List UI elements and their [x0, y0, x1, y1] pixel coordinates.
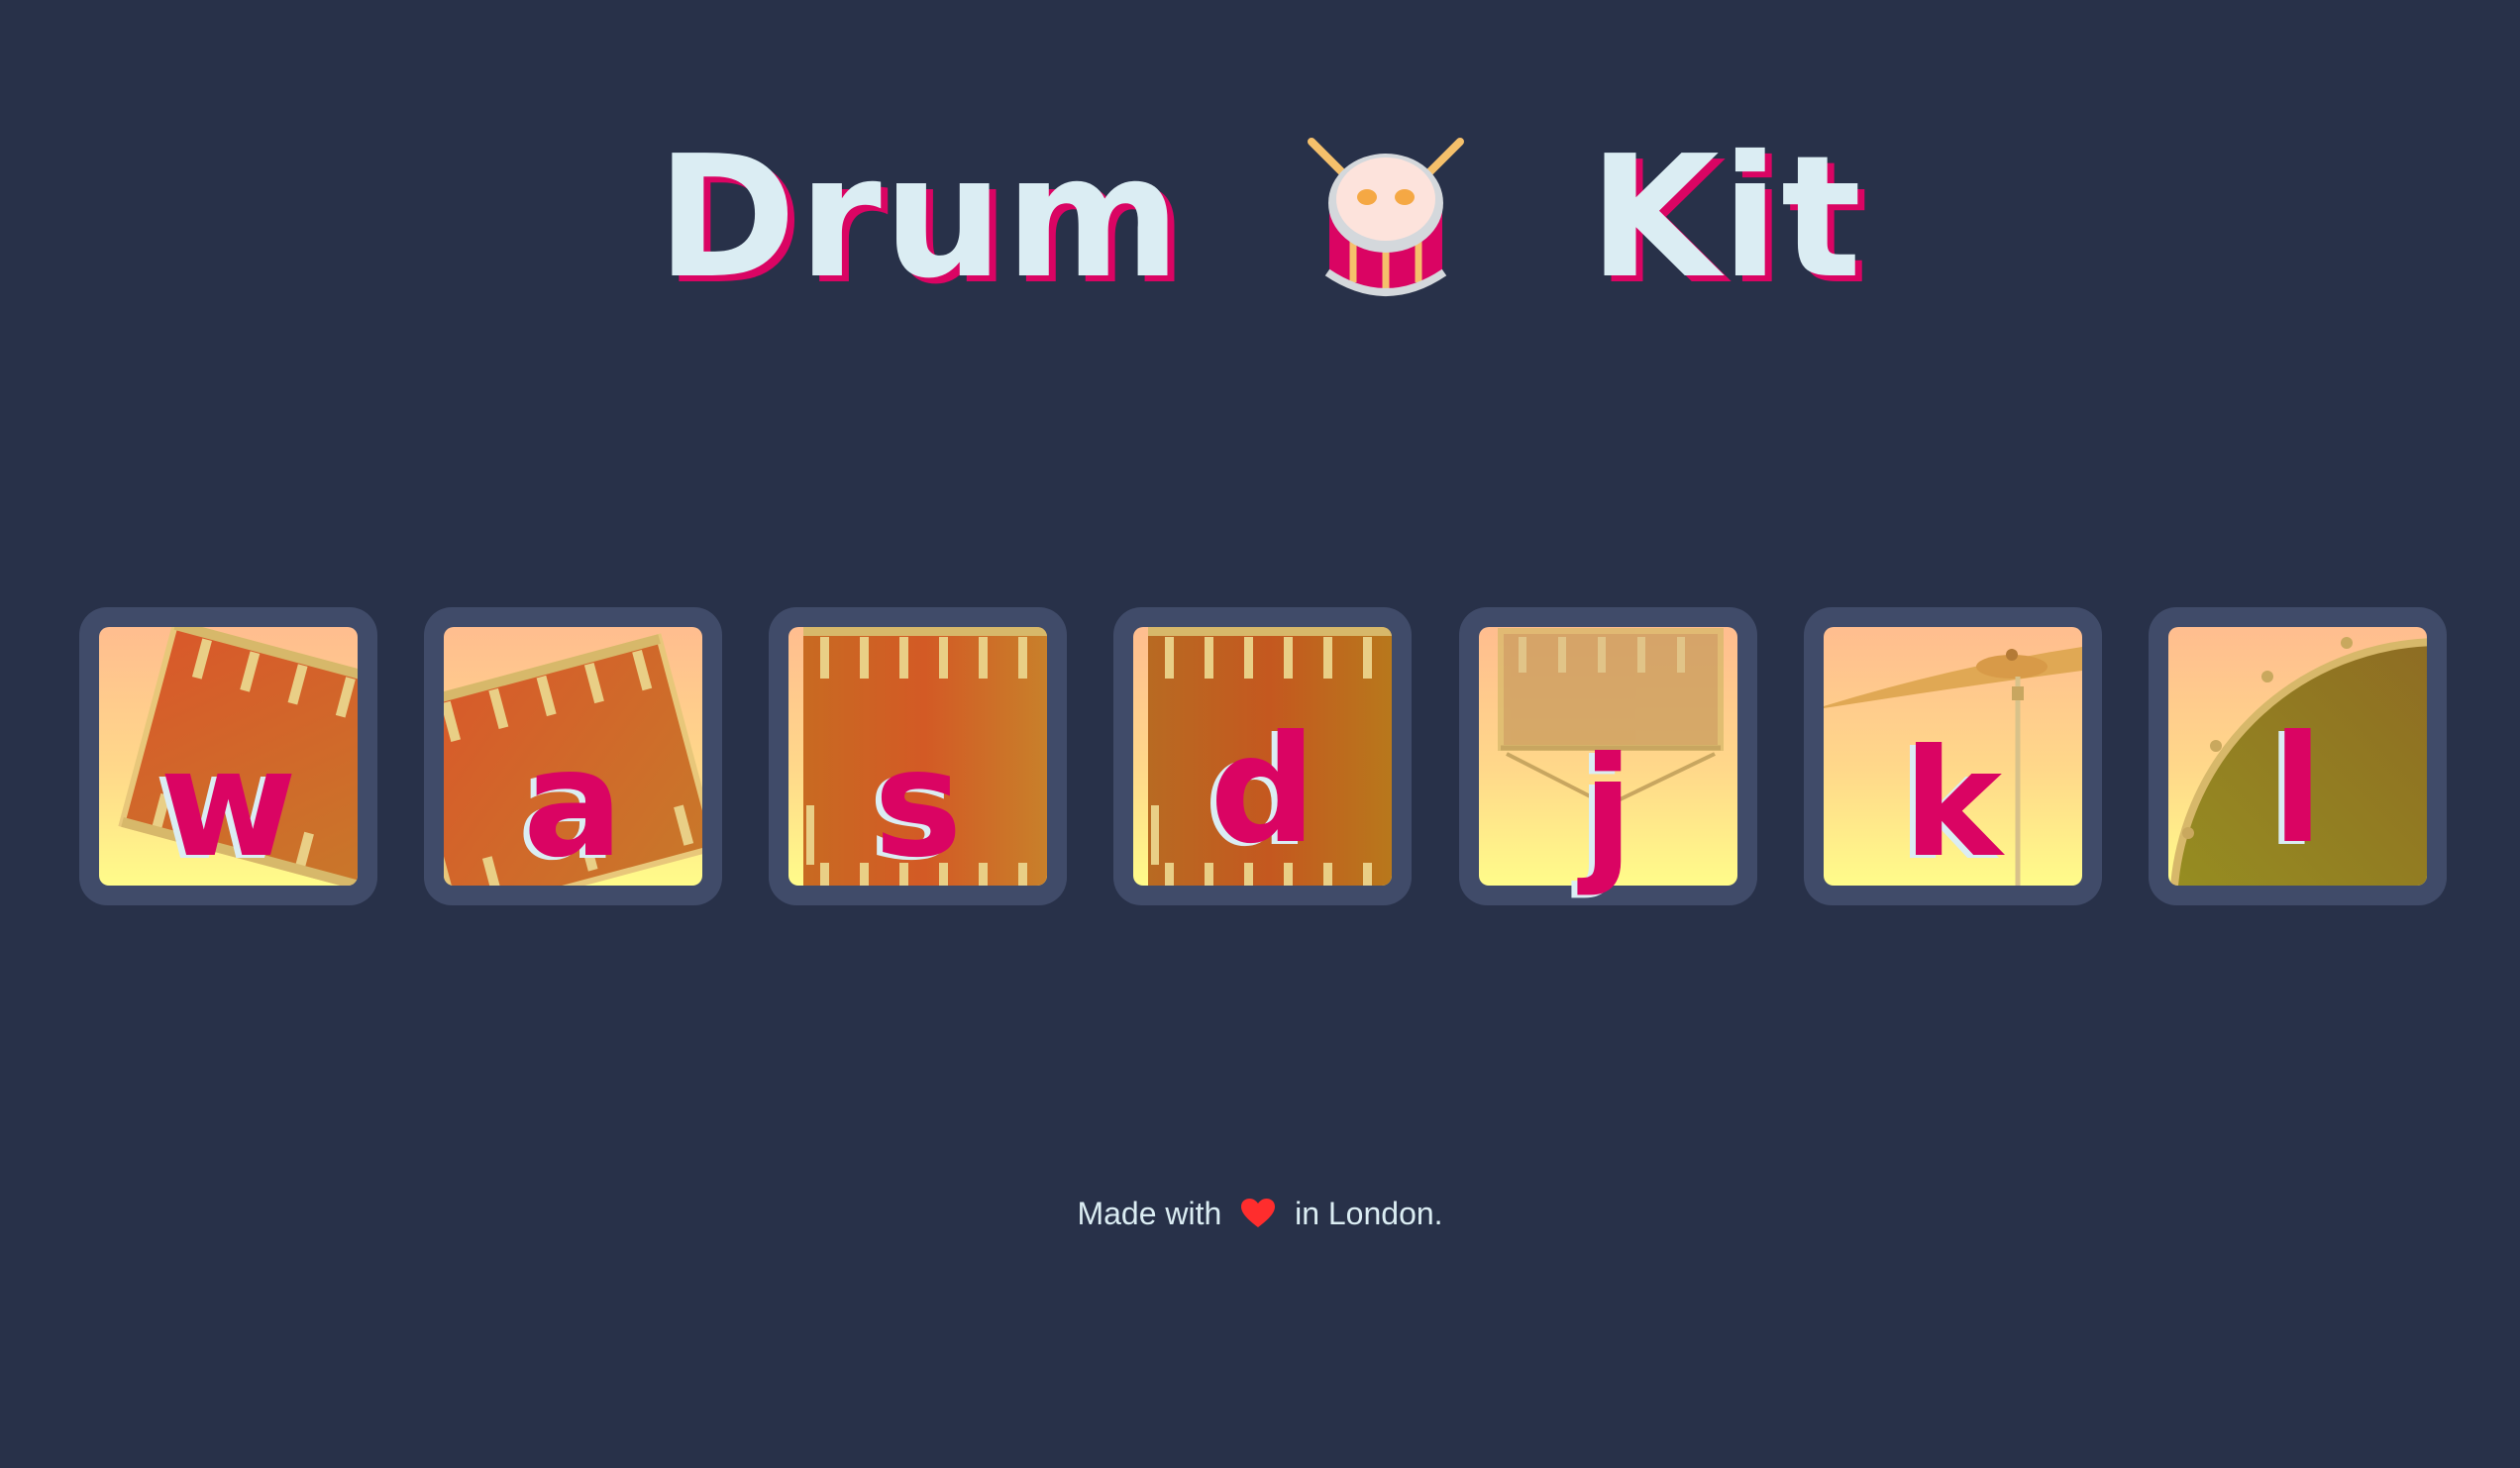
footer: Made with in London.: [0, 1194, 2520, 1233]
title-word-drum: Drum: [656, 120, 1183, 316]
footer-text-before: Made with: [1077, 1196, 1222, 1231]
drum-key-face: k: [1823, 627, 2082, 886]
drum-key-w[interactable]: w: [79, 607, 377, 905]
key-letter: d: [1209, 704, 1316, 877]
drum-key-l[interactable]: l: [2148, 607, 2447, 905]
drum-key-j[interactable]: j: [1458, 607, 1757, 905]
drum-key-face: s: [788, 627, 1048, 886]
key-letter: a: [523, 718, 624, 886]
key-letter: l: [2271, 704, 2324, 877]
drum-key-a[interactable]: a: [424, 607, 723, 905]
drum-key-face: l: [2167, 627, 2427, 886]
drum-key-d[interactable]: d: [1113, 607, 1413, 905]
heart-icon: [1241, 1199, 1276, 1227]
drum-key-s[interactable]: s: [769, 607, 1068, 905]
drum-icon: [1307, 138, 1464, 296]
page-title: Drum Kit: [0, 119, 2520, 317]
key-letter: w: [159, 718, 297, 886]
drum-key-face: a: [444, 627, 703, 886]
key-letter: s: [874, 718, 963, 886]
drum-keys: w a s d j k l: [79, 607, 2447, 905]
drum-key-face: j: [1478, 627, 1737, 898]
key-letter: k: [1903, 718, 2003, 886]
footer-text-after: in London.: [1295, 1196, 1443, 1231]
drum-key-face: d: [1133, 627, 1393, 886]
title-word-kit: Kit: [1588, 120, 1864, 316]
drum-kit-page: Drum Kit w a s d j k l Made with in Lond…: [0, 0, 2520, 1468]
drum-key-face: w: [99, 627, 358, 886]
drum-key-k[interactable]: k: [1803, 607, 2102, 905]
key-letter: j: [1582, 726, 1633, 898]
